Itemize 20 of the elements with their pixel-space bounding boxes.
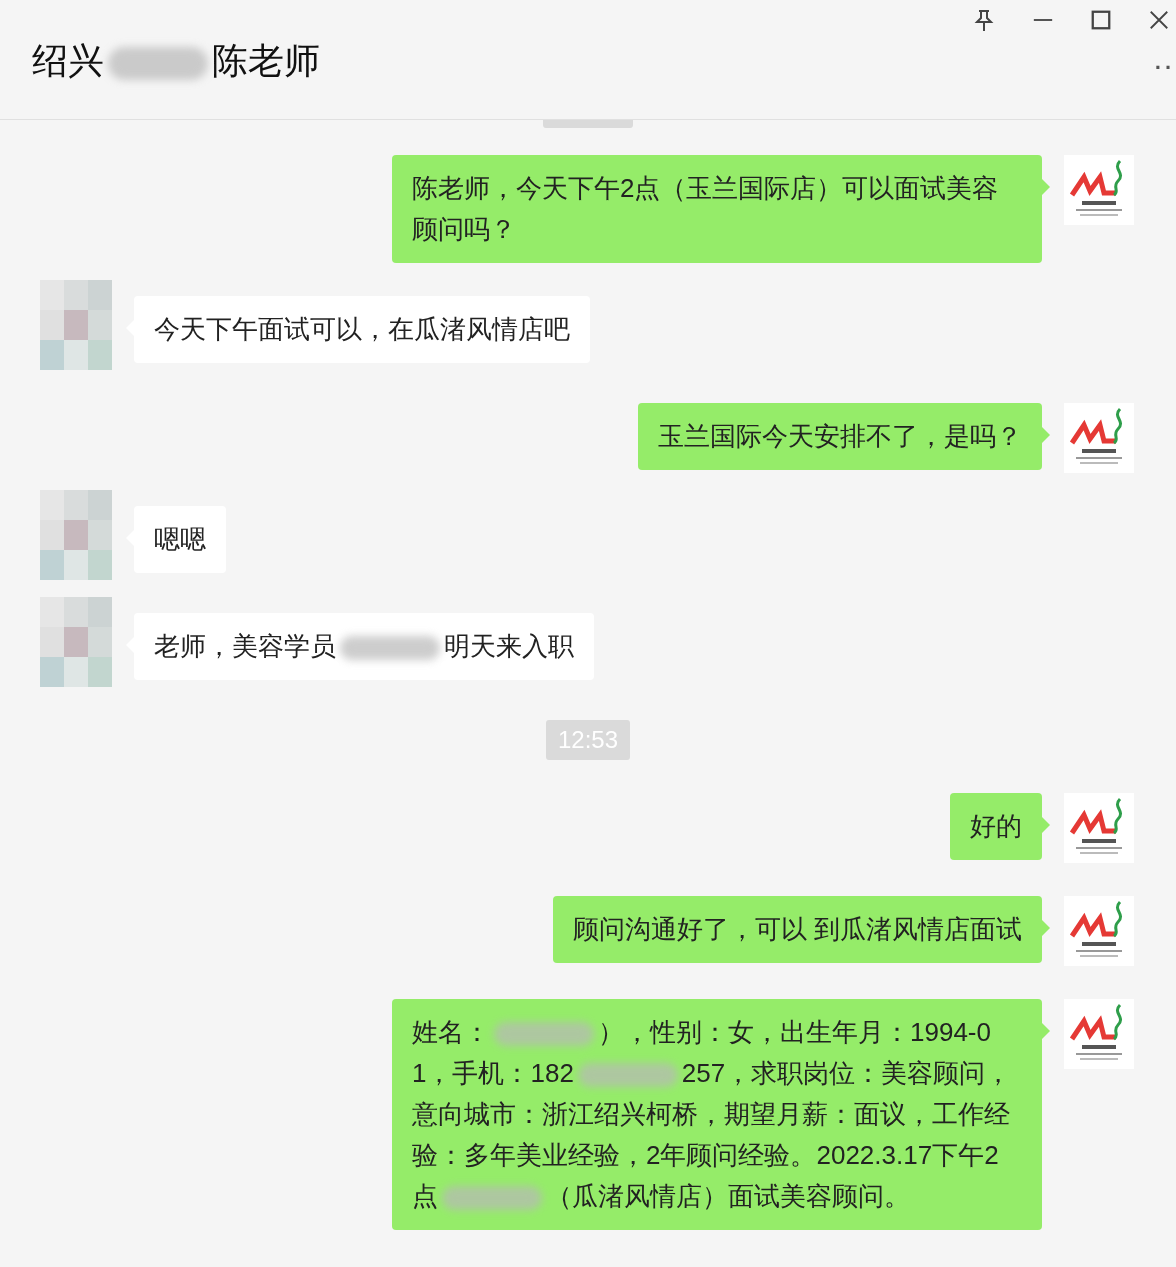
message-text: 好的 <box>970 810 1022 843</box>
avatar-icon <box>40 597 112 687</box>
chat-title: 绍兴 陈老师 <box>32 39 320 83</box>
message-text: 老师，美容学员 明天来入职 <box>154 630 574 663</box>
logo-avatar-icon <box>1064 793 1134 863</box>
message-text: 玉兰国际今天安排不了，是吗？ <box>658 420 1022 453</box>
message-text: 顾问沟通好了，可以 到瓜渚风情店面试 <box>572 913 1022 946</box>
logo-avatar-icon <box>1064 155 1134 225</box>
more-button[interactable]: … <box>1152 42 1176 74</box>
close-icon[interactable] <box>1148 9 1170 31</box>
message-text: 嗯嗯 <box>154 523 206 556</box>
maximize-icon[interactable] <box>1090 9 1112 31</box>
logo-avatar-icon <box>1064 999 1134 1069</box>
message-text: 姓名： ），性别：女，出生年月：1994-01，手机：182 257，求职岗位：美容顾问，意向城市：浙江绍兴柯桥，期望月薪：面议，工作经验：多年美业经验，2年顾问经验。2022.3.17下午2点 （瓜渚风情店）面试美容顾问。 <box>412 1016 1013 1213</box>
message-text: 今天下午面试可以，在瓜渚风情店吧 <box>154 313 570 346</box>
logo-avatar-icon <box>1064 403 1134 473</box>
message-text: 陈老师，今天下午2点（玉兰国际店）可以面试美容顾问吗？ <box>412 172 1000 246</box>
avatar-icon <box>40 490 112 580</box>
avatar-icon <box>40 280 112 370</box>
logo-avatar-icon <box>1064 896 1134 966</box>
